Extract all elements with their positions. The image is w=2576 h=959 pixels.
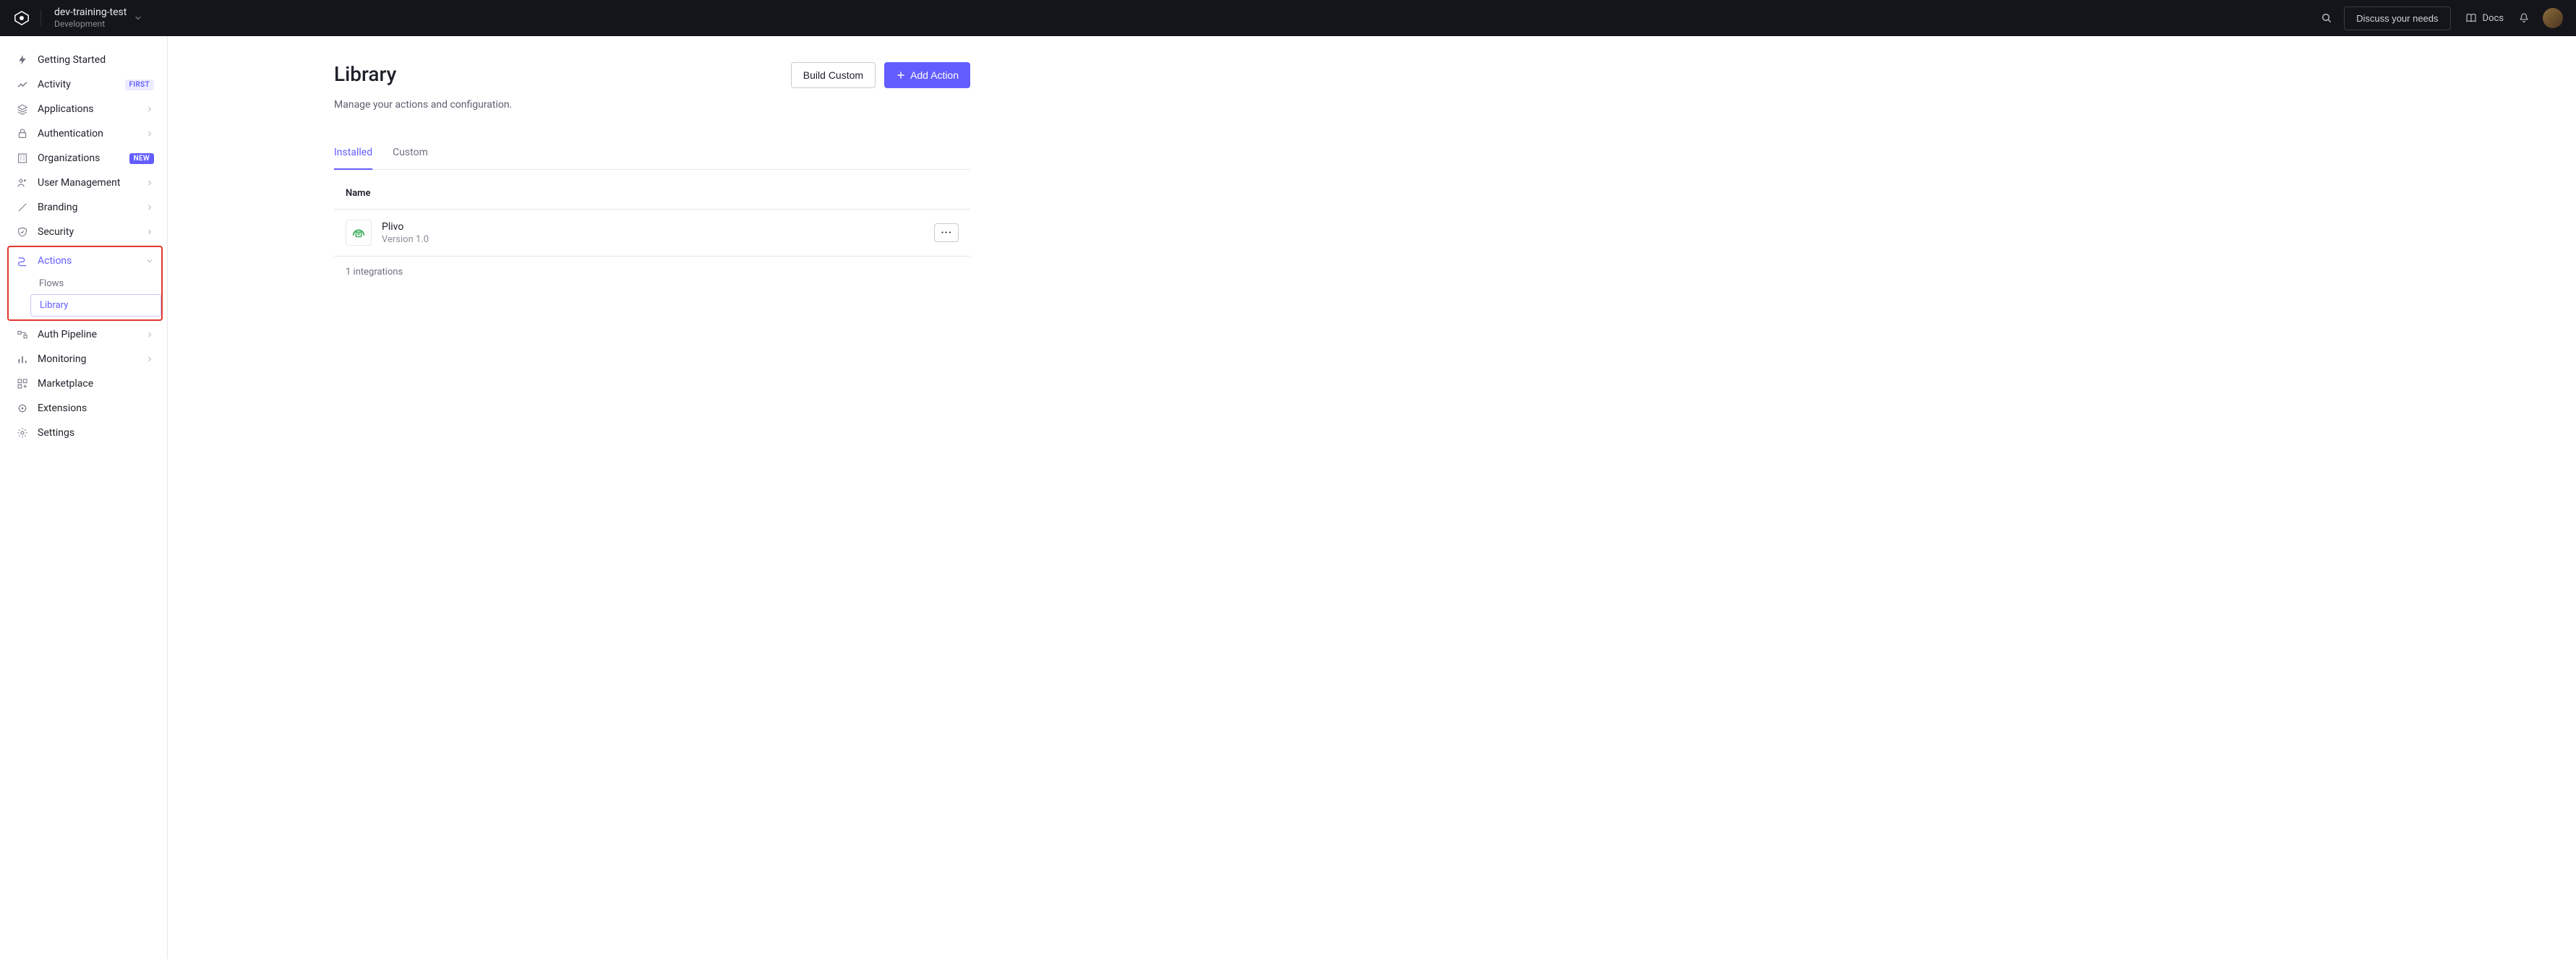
tenant-name: dev-training-test xyxy=(54,6,127,19)
chevron-right-icon xyxy=(145,203,154,212)
table-row[interactable]: Plivo Version 1.0 ··· xyxy=(334,210,970,257)
discuss-needs-button[interactable]: Discuss your needs xyxy=(2344,7,2450,30)
sidebar-item-auth-pipeline[interactable]: Auth Pipeline xyxy=(9,322,161,347)
gear-icon xyxy=(16,426,29,439)
chevron-right-icon xyxy=(145,105,154,113)
sidebar-item-applications[interactable]: Applications xyxy=(9,97,161,121)
chevron-right-icon xyxy=(145,355,154,364)
grid-add-icon xyxy=(16,377,29,390)
layers-icon xyxy=(16,103,29,116)
chevron-right-icon xyxy=(145,129,154,138)
table-footer: 1 integrations xyxy=(334,257,970,288)
puzzle-icon xyxy=(16,402,29,415)
users-icon xyxy=(16,176,29,189)
highlight-annotation: Actions Flows Library xyxy=(7,246,163,321)
tab-custom[interactable]: Custom xyxy=(393,139,428,170)
divider xyxy=(40,9,41,27)
tenant-selector[interactable]: dev-training-test Development xyxy=(54,6,142,30)
chevron-right-icon xyxy=(145,330,154,339)
search-icon[interactable] xyxy=(2315,7,2338,30)
chevron-down-icon xyxy=(134,14,142,22)
page-subtitle: Manage your actions and configuration. xyxy=(334,99,512,111)
building-icon xyxy=(16,152,29,165)
sidebar-subitem-library[interactable]: Library xyxy=(30,294,161,317)
sidebar: Getting Started Activity FIRST Applicati… xyxy=(0,36,168,959)
book-icon xyxy=(2465,12,2477,24)
tabs: Installed Custom xyxy=(334,139,970,170)
column-header-name: Name xyxy=(346,188,370,199)
sidebar-item-monitoring[interactable]: Monitoring xyxy=(9,347,161,371)
notifications-icon[interactable] xyxy=(2512,7,2536,30)
ellipsis-icon: ··· xyxy=(941,227,952,238)
chevron-down-icon xyxy=(145,257,154,265)
bars-icon xyxy=(16,353,29,366)
sidebar-item-extensions[interactable]: Extensions xyxy=(9,396,161,421)
chart-icon xyxy=(16,78,29,91)
integration-logo xyxy=(346,220,372,246)
page-title: Library xyxy=(334,62,512,86)
brush-icon xyxy=(16,201,29,214)
bolt-icon xyxy=(16,53,29,66)
flow-icon xyxy=(16,254,29,267)
sidebar-item-branding[interactable]: Branding xyxy=(9,195,161,220)
lock-icon xyxy=(16,127,29,140)
add-action-button[interactable]: Add Action xyxy=(884,62,970,88)
integration-version: Version 1.0 xyxy=(382,234,429,245)
docs-link[interactable]: Docs xyxy=(2457,7,2512,30)
pipeline-icon xyxy=(16,328,29,341)
build-custom-button[interactable]: Build Custom xyxy=(791,62,876,88)
integration-name: Plivo xyxy=(382,221,429,233)
sidebar-item-authentication[interactable]: Authentication xyxy=(9,121,161,146)
brand-logo[interactable] xyxy=(13,9,30,27)
first-badge: FIRST xyxy=(125,79,154,90)
sidebar-item-security[interactable]: Security xyxy=(9,220,161,244)
new-badge: NEW xyxy=(129,153,154,164)
sidebar-item-user-management[interactable]: User Management xyxy=(9,171,161,195)
row-actions-menu[interactable]: ··· xyxy=(934,223,959,242)
tenant-environment: Development xyxy=(54,19,127,30)
plus-icon xyxy=(896,70,906,80)
docs-label: Docs xyxy=(2483,13,2504,24)
sidebar-subitem-flows[interactable]: Flows xyxy=(30,273,161,294)
main-content: Library Manage your actions and configur… xyxy=(168,36,2576,959)
chevron-right-icon xyxy=(145,179,154,187)
shield-check-icon xyxy=(16,225,29,238)
sidebar-item-settings[interactable]: Settings xyxy=(9,421,161,445)
sidebar-item-activity[interactable]: Activity FIRST xyxy=(9,72,161,97)
sidebar-item-getting-started[interactable]: Getting Started xyxy=(9,48,161,72)
user-avatar[interactable] xyxy=(2543,8,2563,28)
chevron-right-icon xyxy=(145,228,154,236)
tab-installed[interactable]: Installed xyxy=(334,139,372,170)
actions-table: Name Plivo Version 1.0 ··· 1 integration… xyxy=(334,177,970,288)
top-bar: dev-training-test Development Discuss yo… xyxy=(0,0,2576,36)
sidebar-item-actions[interactable]: Actions xyxy=(9,249,161,273)
sidebar-item-organizations[interactable]: Organizations NEW xyxy=(9,146,161,171)
sidebar-item-marketplace[interactable]: Marketplace xyxy=(9,371,161,396)
